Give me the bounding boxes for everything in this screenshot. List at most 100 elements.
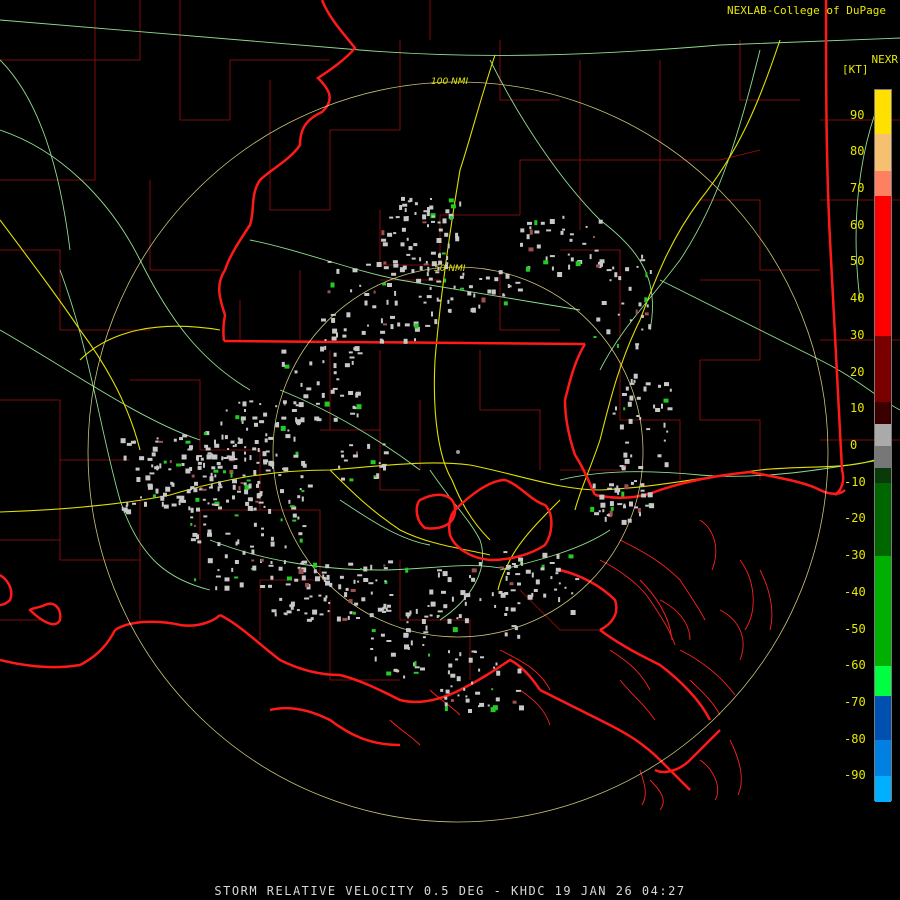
velocity-gate <box>298 402 304 408</box>
velocity-gate <box>550 576 553 580</box>
velocity-gate <box>259 491 263 494</box>
velocity-gate <box>507 284 510 288</box>
color-scale-segment <box>875 134 891 171</box>
velocity-gate <box>625 441 630 444</box>
velocity-gate <box>543 593 547 598</box>
velocity-gate <box>352 611 356 615</box>
velocity-gate <box>422 221 427 224</box>
velocity-gate <box>517 288 523 292</box>
velocity-gate <box>498 270 503 275</box>
velocity-gate <box>558 597 561 603</box>
velocity-gate <box>645 272 648 278</box>
velocity-gate <box>263 412 268 417</box>
velocity-gate <box>444 278 447 283</box>
velocity-gate <box>249 400 254 403</box>
velocity-gate <box>212 454 218 460</box>
velocity-gate <box>475 691 481 695</box>
velocity-gate <box>270 561 273 564</box>
velocity-gate <box>354 346 360 352</box>
velocity-gate <box>152 446 158 452</box>
velocity-gate <box>182 434 188 438</box>
units-label: [KT] <box>842 63 869 76</box>
velocity-gate <box>609 510 613 516</box>
velocity-gate <box>455 236 460 242</box>
velocity-gate <box>558 582 561 585</box>
velocity-gate <box>431 220 435 223</box>
velocity-gate <box>425 324 431 327</box>
velocity-gate <box>387 604 391 608</box>
velocity-gate <box>248 483 252 489</box>
velocity-gate <box>370 648 374 650</box>
velocity-gate <box>441 252 446 255</box>
velocity-gate <box>383 261 387 265</box>
velocity-gate <box>125 505 128 508</box>
velocity-gate <box>190 522 193 526</box>
velocity-gate <box>424 615 429 618</box>
velocity-gate <box>224 554 228 559</box>
velocity-gate <box>316 381 320 386</box>
velocity-gate <box>203 432 207 436</box>
velocity-gate <box>139 456 145 461</box>
velocity-gate <box>325 595 328 599</box>
color-scale-segment <box>875 776 891 802</box>
velocity-gate <box>569 238 573 242</box>
velocity-gate <box>419 257 422 262</box>
velocity-gate <box>444 702 448 707</box>
velocity-gate <box>445 209 450 214</box>
velocity-gate <box>630 379 633 383</box>
velocity-gate <box>450 204 456 209</box>
velocity-gate <box>456 617 459 620</box>
velocity-gate <box>467 291 472 296</box>
velocity-gate <box>606 329 611 335</box>
velocity-gate <box>455 658 459 661</box>
velocity-gate <box>529 226 532 230</box>
velocity-gate <box>197 461 202 465</box>
velocity-gate <box>372 305 377 309</box>
color-scale-segment <box>875 482 891 557</box>
velocity-gate <box>332 328 338 334</box>
velocity-gate <box>331 336 337 341</box>
velocity-gate <box>367 324 369 327</box>
velocity-gate <box>408 246 413 251</box>
velocity-gate <box>599 259 605 264</box>
velocity-gate <box>420 667 425 671</box>
velocity-gate <box>491 592 494 597</box>
velocity-gate <box>244 489 249 495</box>
velocity-gate <box>418 295 422 298</box>
velocity-gate <box>386 299 389 305</box>
velocity-gate <box>447 243 450 249</box>
velocity-gate <box>407 616 410 619</box>
velocity-gate <box>517 602 521 605</box>
velocity-gate <box>194 578 197 582</box>
velocity-gate <box>232 445 235 448</box>
velocity-gate <box>226 499 229 503</box>
velocity-gate <box>326 574 330 580</box>
color-scale-segment <box>875 196 891 336</box>
velocity-gate <box>625 267 630 272</box>
velocity-gate <box>407 200 411 203</box>
velocity-gate <box>629 319 632 322</box>
velocity-gate <box>649 270 652 274</box>
velocity-gate <box>190 538 196 542</box>
velocity-gate <box>327 610 330 613</box>
velocity-gate <box>623 505 626 509</box>
velocity-gate <box>298 532 303 536</box>
velocity-gate <box>389 594 394 596</box>
velocity-gate <box>299 538 303 543</box>
velocity-gate <box>258 501 264 504</box>
velocity-gate <box>318 594 322 597</box>
velocity-gate <box>447 670 450 675</box>
velocity-gate <box>247 497 253 502</box>
velocity-gate <box>389 216 394 219</box>
velocity-gate <box>493 666 496 669</box>
velocity-gate <box>347 615 350 620</box>
velocity-gate <box>445 264 448 270</box>
velocity-gate <box>171 503 177 507</box>
velocity-gate <box>213 469 219 473</box>
velocity-gate <box>263 459 268 463</box>
velocity-gate <box>549 255 555 258</box>
velocity-gate <box>617 490 620 495</box>
velocity-gate <box>394 300 398 306</box>
velocity-gate <box>462 272 465 276</box>
velocity-gate <box>191 474 195 478</box>
